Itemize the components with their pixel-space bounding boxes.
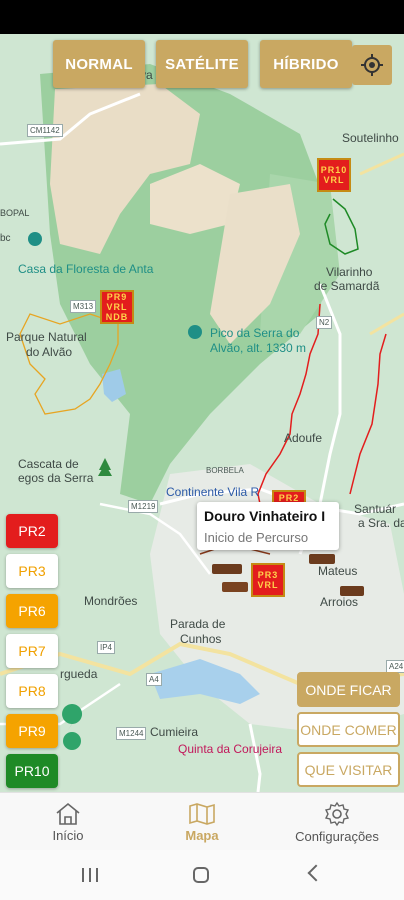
where-to-eat-button[interactable]: ONDE COMER <box>297 712 400 747</box>
map-label-poi: Pico da Serra do <box>210 326 300 340</box>
map-label: Cascata de <box>18 457 79 471</box>
map-type-normal-button[interactable]: NORMAL <box>53 40 145 88</box>
route-button-pr6[interactable]: PR6 <box>6 594 58 628</box>
map-label: Vilarinho <box>326 265 373 279</box>
map-label: Cunhos <box>180 632 222 646</box>
route-button-pr10[interactable]: PR10 <box>6 754 58 788</box>
my-location-button[interactable] <box>352 45 392 85</box>
lodging-icon[interactable] <box>222 582 248 592</box>
home-button-icon[interactable] <box>193 867 209 883</box>
route-button-pr3[interactable]: PR3 <box>6 554 58 588</box>
lodging-icon[interactable] <box>309 554 335 564</box>
map-label: Cumieira <box>150 725 199 739</box>
road-tag: N2 <box>316 316 333 329</box>
map-type-hybrid-button[interactable]: HÍBRIDO <box>260 40 352 88</box>
route-button-pr8[interactable]: PR8 <box>6 674 58 708</box>
map-label: BOPAL <box>0 208 30 218</box>
map-label: Soutelinho <box>342 131 399 145</box>
crosshair-icon <box>361 54 383 76</box>
map-label-poi: Quinta da Corujeira <box>178 742 283 756</box>
road-tag: A4 <box>146 673 162 686</box>
status-bar <box>0 0 404 34</box>
map-label: bc <box>0 233 11 244</box>
where-to-stay-button[interactable]: ONDE FICAR <box>297 672 400 707</box>
map-label: Santuár <box>354 502 397 516</box>
info-window-subtitle: Inicio de Percurso <box>204 530 309 545</box>
gear-icon <box>324 801 350 826</box>
nav-settings[interactable]: Configurações <box>287 793 387 851</box>
road-tag: M1219 <box>128 500 159 513</box>
map-label-poi: Continente Vila R <box>166 485 260 499</box>
lodging-icon[interactable] <box>340 586 364 596</box>
route-button-pr2[interactable]: PR2 <box>6 514 58 548</box>
map-label-poi: Casa da Floresta de Anta <box>18 262 154 276</box>
map-icon <box>189 802 215 825</box>
info-window-title: Douro Vinhateiro I <box>204 508 326 524</box>
road-tag: CM1142 <box>27 124 63 137</box>
map-label: Adoufe <box>284 431 323 445</box>
map-label: do Alvão <box>26 345 73 359</box>
map-type-satellite-button[interactable]: SATÉLITE <box>156 40 248 88</box>
road-tag: M313 <box>70 300 97 313</box>
road-tag: M1244 <box>116 727 147 740</box>
map-label: a Sra. da <box>358 516 404 530</box>
map-label: Mondrões <box>84 594 138 608</box>
system-navigation-bar <box>0 850 404 900</box>
map-label: de Samardã <box>314 279 380 293</box>
route-marker-pr9[interactable]: PR9 VRL NDB <box>100 290 134 324</box>
road-tag: BORBELA <box>206 466 244 475</box>
map-label-poi: Alvão, alt. 1330 m <box>210 341 307 355</box>
lodging-icon[interactable] <box>212 564 242 574</box>
what-to-visit-button[interactable]: QUE VISITAR <box>297 752 400 787</box>
recent-apps-icon[interactable] <box>82 868 98 882</box>
route-marker-pr10[interactable]: PR10 VRL <box>317 158 351 192</box>
route-button-pr7[interactable]: PR7 <box>6 634 58 668</box>
route-marker-pr3[interactable]: PR3 VRL <box>251 563 285 597</box>
nav-home[interactable]: Início <box>38 793 98 851</box>
marker-info-window[interactable]: Douro Vinhateiro I Inicio de Percurso <box>197 502 339 550</box>
map-label: Mateus <box>318 564 358 578</box>
nav-settings-label: Configurações <box>295 828 379 844</box>
map-label: Parada de <box>170 617 226 631</box>
nav-home-label: Início <box>52 827 84 843</box>
nav-map-label: Mapa <box>185 827 219 843</box>
route-button-pr9[interactable]: PR9 <box>6 714 58 748</box>
map-label: Parque Natural <box>6 330 87 344</box>
back-icon[interactable] <box>307 864 325 882</box>
map-label: Arroios <box>320 595 359 609</box>
bottom-navigation: Início Mapa Configurações <box>0 792 404 851</box>
home-icon <box>56 802 80 825</box>
road-tag: IP4 <box>97 641 116 654</box>
nav-map[interactable]: Mapa <box>172 793 232 851</box>
map-label: rgueda <box>60 667 98 681</box>
map-label: egos da Serra <box>18 471 94 485</box>
